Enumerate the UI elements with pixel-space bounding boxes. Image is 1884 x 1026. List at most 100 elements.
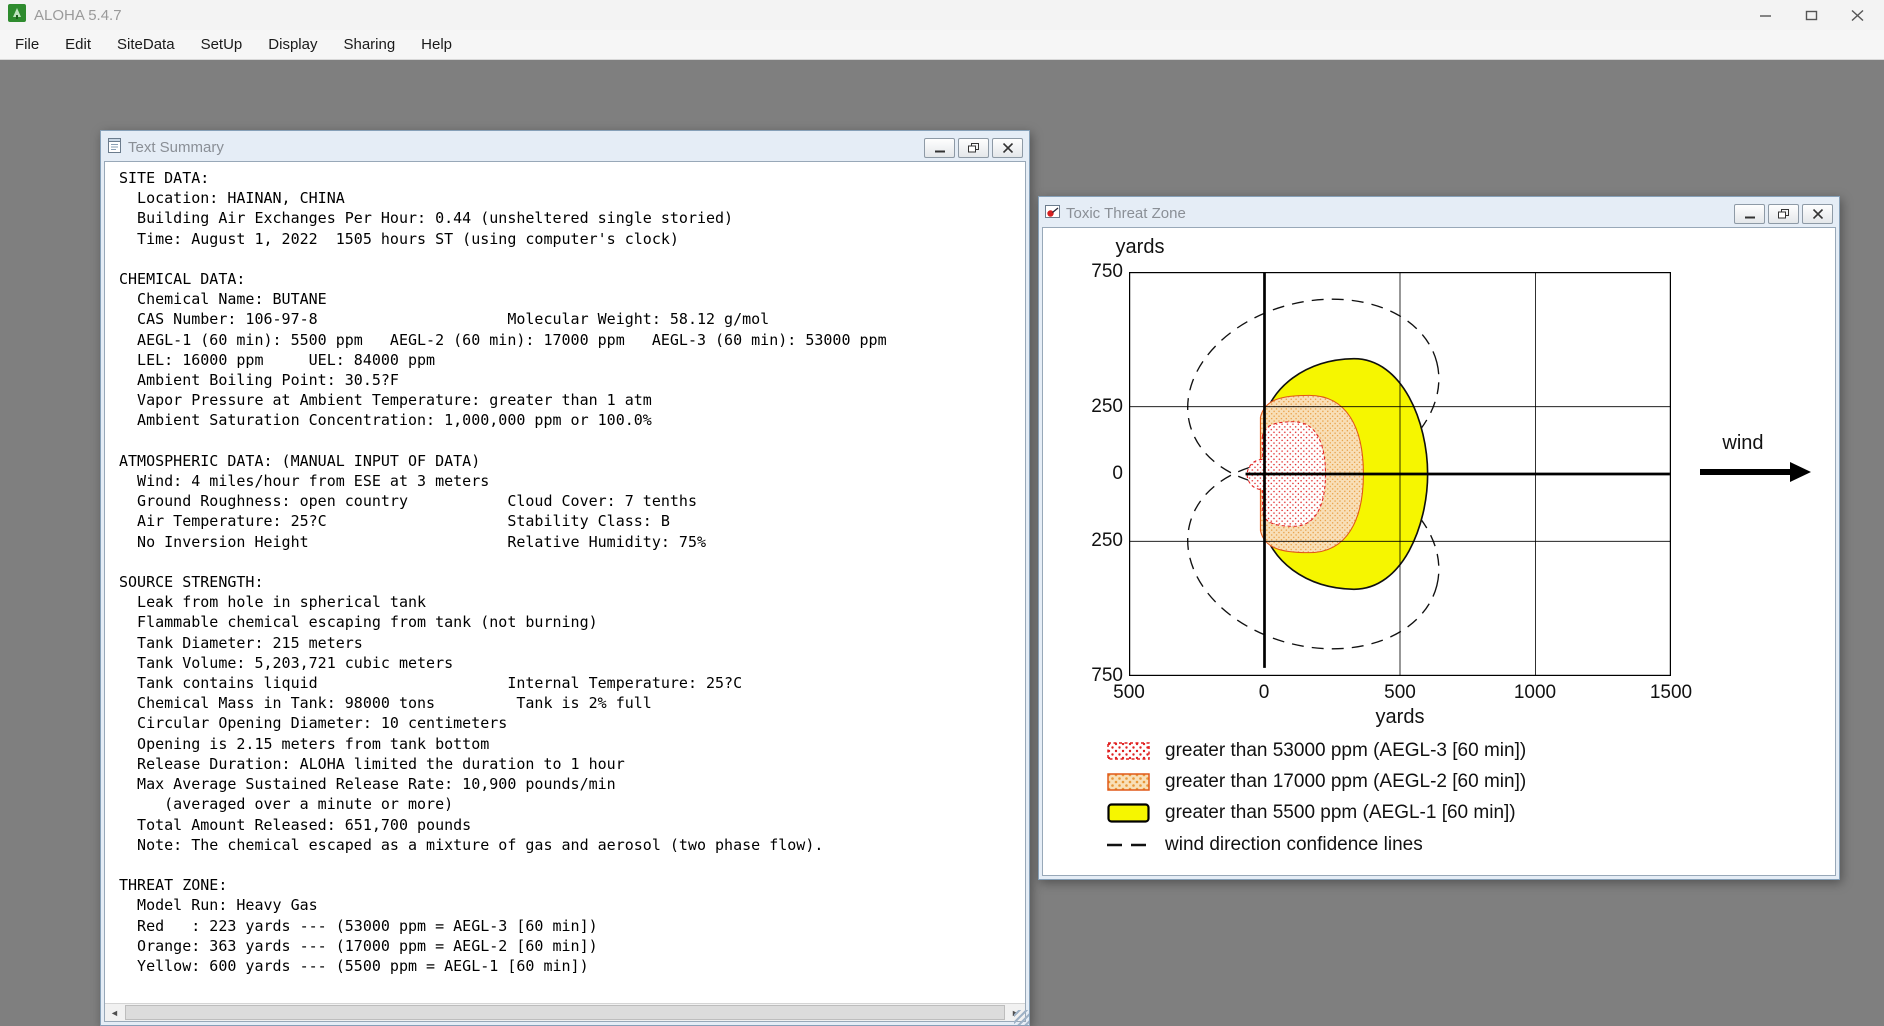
app-titlebar[interactable]: ALOHA 5.4.7: [0, 0, 1884, 30]
legend-label: wind direction confidence lines: [1165, 834, 1423, 855]
report-line: SOURCE STRENGTH:: [119, 573, 264, 592]
restore-button[interactable]: [1768, 203, 1799, 224]
report-line: (averaged over a minute or more): [119, 795, 454, 814]
scroll-left-arrow[interactable]: ◄: [105, 1004, 124, 1021]
report-line: Model Run: Heavy Gas: [119, 896, 318, 915]
report-line: Yellow: 600 yards --- (5500 ppm = AEGL-1…: [119, 956, 589, 975]
report-line: Air Temperature: 25?C Stability Class: B: [119, 512, 670, 531]
toxic-threat-zone-window: Toxic Threat Zone yards yards 750 250 0: [1038, 196, 1840, 880]
aloha-app-icon: [8, 3, 26, 27]
report-line: Location: HAINAN, CHINA: [119, 189, 345, 208]
menu-item[interactable]: Help: [408, 30, 465, 59]
report-line: AEGL-1 (60 min): 5500 ppm AEGL-2 (60 min…: [119, 330, 887, 349]
resize-grip[interactable]: [1014, 1010, 1029, 1025]
report-line: Opening is 2.15 meters from tank bottom: [119, 734, 490, 753]
y-tick-750-top: 750: [1091, 261, 1123, 282]
report-line: Tank Volume: 5,203,721 cubic meters: [119, 653, 454, 672]
legend-row-confidence: wind direction confidence lines: [1107, 834, 1423, 856]
text-summary-window: Text Summary SITE DATA: Location: HAINAN…: [100, 130, 1030, 1026]
text-summary-titlebar[interactable]: Text Summary: [104, 134, 1026, 161]
report-line: Wind: 4 miles/hour from ESE at 3 meters: [119, 472, 490, 491]
window-controls: [1731, 203, 1833, 224]
report-line: SITE DATA:: [119, 169, 210, 187]
report-line: THREAT ZONE:: [119, 876, 228, 895]
report-line: Flammable chemical escaping from tank (n…: [119, 613, 598, 632]
menu-bar: File Edit SiteData SetUp Display Sharing Help: [0, 30, 1884, 60]
report-line: Chemical Mass in Tank: 98000 tons Tank i…: [119, 694, 652, 713]
x-tick-500: 500: [1384, 682, 1416, 703]
report-line: Circular Opening Diameter: 10 centimeter…: [119, 714, 508, 733]
report-line: LEL: 16000 ppm UEL: 84000 ppm: [119, 350, 436, 369]
legend-row-aegl3: greater than 53000 ppm (AEGL-3 [60 min]): [1107, 740, 1526, 762]
x-tick-1500: 1500: [1649, 682, 1693, 703]
minimize-button[interactable]: [1734, 203, 1765, 224]
orange-stipple-swatch-icon: [1107, 773, 1151, 791]
wind-label: wind: [1722, 432, 1764, 454]
legend-row-aegl1: greater than 5500 ppm (AEGL-1 [60 min]): [1107, 802, 1516, 824]
text-document-icon: [107, 137, 122, 158]
menu-item[interactable]: Sharing: [330, 30, 408, 59]
menu-item[interactable]: Edit: [52, 30, 104, 59]
report-line: Orange: 363 yards --- (17000 ppm = AEGL-…: [119, 936, 598, 955]
menu-item[interactable]: Display: [255, 30, 330, 59]
restore-button[interactable]: [958, 137, 989, 158]
threat-zone-titlebar[interactable]: Toxic Threat Zone: [1042, 200, 1836, 227]
red-dotted-swatch-icon: [1107, 742, 1151, 760]
report-line: Ambient Boiling Point: 30.5?F: [119, 371, 399, 390]
horizontal-scrollbar[interactable]: ◄ ►: [105, 1003, 1025, 1021]
report-line: Red : 223 yards --- (53000 ppm = AEGL-3 …: [119, 916, 598, 935]
close-button[interactable]: [1802, 203, 1833, 224]
report-line: Building Air Exchanges Per Hour: 0.44 (u…: [119, 209, 734, 228]
x-tick-minus500: 500: [1113, 682, 1145, 703]
report-line: Note: The chemical escaped as a mixture …: [119, 835, 824, 854]
legend-label: greater than 5500 ppm (AEGL-1 [60 min]): [1165, 802, 1516, 823]
legend-label: greater than 17000 ppm (AEGL-2 [60 min]): [1165, 771, 1527, 792]
menu-item[interactable]: SiteData: [104, 30, 188, 59]
scroll-thumb[interactable]: [125, 1005, 1005, 1020]
report-line: Vapor Pressure at Ambient Temperature: g…: [119, 391, 652, 410]
x-tick-1000: 1000: [1513, 682, 1557, 703]
window-title: Text Summary: [128, 139, 224, 156]
text-summary-content: SITE DATA: Location: HAINAN, CHINA Build…: [104, 161, 1026, 1022]
window-title: Toxic Threat Zone: [1066, 205, 1186, 222]
report-line: Chemical Name: BUTANE: [119, 290, 327, 309]
report-line: [119, 249, 1021, 269]
report-line: No Inversion Height Relative Humidity: 7…: [119, 532, 706, 551]
report-line: Leak from hole in spherical tank: [119, 593, 427, 612]
report-line: CHEMICAL DATA:: [119, 270, 246, 289]
report-line: Tank contains liquid Internal Temperatur…: [119, 674, 743, 693]
y-tick-0: 0: [1112, 463, 1123, 484]
app-close-button[interactable]: [1834, 0, 1880, 30]
text-summary-report: SITE DATA: Location: HAINAN, CHINA Build…: [105, 162, 1025, 1003]
legend-label: greater than 53000 ppm (AEGL-3 [60 min]): [1165, 740, 1527, 761]
menu-item[interactable]: SetUp: [188, 30, 256, 59]
report-line: Time: August 1, 2022 1505 hours ST (usin…: [119, 229, 679, 248]
report-line: Release Duration: ALOHA limited the dura…: [119, 754, 625, 773]
report-line: Total Amount Released: 651,700 pounds: [119, 815, 472, 834]
app-maximize-button[interactable]: [1788, 0, 1834, 30]
report-line: Ambient Saturation Concentration: 1,000,…: [119, 411, 652, 430]
menu-item[interactable]: File: [2, 30, 52, 59]
report-line: [119, 431, 1021, 451]
report-line: CAS Number: 106-97-8 Molecular Weight: 5…: [119, 310, 770, 329]
report-line: [119, 855, 1021, 875]
threat-zone-content: yards yards 750 250 0 250 750 500 0 500 …: [1042, 227, 1836, 876]
y-axis-title: yards: [1115, 236, 1165, 258]
threat-zone-plot: [1129, 272, 1671, 676]
legend-row-aegl2: greater than 17000 ppm (AEGL-2 [60 min]): [1107, 771, 1526, 793]
x-axis-title: yards: [1375, 706, 1425, 728]
app-minimize-button[interactable]: [1742, 0, 1788, 30]
scroll-track[interactable]: [124, 1004, 1006, 1021]
dashed-line-swatch-icon: [1107, 836, 1151, 854]
minimize-button[interactable]: [924, 137, 955, 158]
threat-zone-chart-icon: [1045, 204, 1060, 224]
y-tick-250-top: 250: [1091, 396, 1123, 417]
close-button[interactable]: [992, 137, 1023, 158]
report-line: Tank Diameter: 215 meters: [119, 633, 363, 652]
report-line: Max Average Sustained Release Rate: 10,9…: [119, 775, 616, 794]
window-controls: [921, 137, 1023, 158]
app-window-controls: [1742, 0, 1880, 30]
yellow-solid-swatch-icon: [1107, 803, 1151, 823]
x-tick-0: 0: [1258, 682, 1270, 703]
wind-arrow-icon: [1700, 462, 1811, 482]
